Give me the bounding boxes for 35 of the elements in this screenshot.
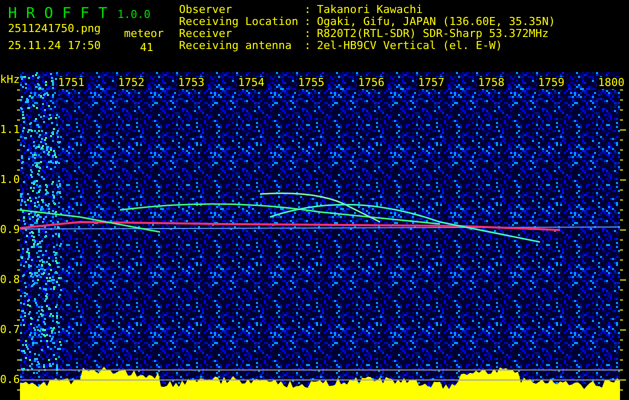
file-datetime: 25.11.24 17:50 — [8, 38, 101, 54]
frequency-tick-label: 0.8 — [0, 274, 20, 286]
frequency-tick-label: 0.7 — [0, 324, 20, 336]
station-value: 2el-HB9CV Vertical (el. E-W) — [316, 40, 504, 52]
time-tick-label: 1754 — [237, 77, 266, 89]
time-tick-label: 1753 — [177, 77, 206, 89]
time-tick-label: 1752 — [117, 77, 146, 89]
time-tick-label: 1755 — [297, 77, 326, 89]
time-tick-label: 1758 — [477, 77, 506, 89]
frequency-tick-label: 1.0 — [0, 174, 20, 186]
time-tick-label: 1751 — [57, 77, 86, 89]
frequency-tick-label: 1.1 — [0, 124, 20, 136]
counter-label: meteor — [124, 26, 164, 42]
app-version: 1.0.0 — [117, 7, 150, 23]
time-tick-label: 1757 — [417, 77, 446, 89]
app-title: H R O F F T — [8, 3, 108, 24]
separator: : — [304, 16, 311, 28]
station-label: Receiving Location — [179, 16, 298, 28]
axis-unit: kHz — [0, 74, 20, 86]
station-value: R820T2(RTL-SDR) SDR-Sharp 53.372MHz — [316, 28, 550, 40]
station-label: Receiver — [179, 28, 232, 40]
station-value: Ogaki, Gifu, JAPAN (136.60E, 35.35N) — [316, 16, 556, 28]
frequency-tick-label: 0.9 — [0, 224, 20, 236]
frequency-tick-label: 0.6 — [0, 374, 20, 386]
separator: : — [304, 4, 311, 16]
file-name: 2511241750.png — [8, 21, 101, 37]
station-value: Takanori Kawachi — [316, 4, 424, 16]
meteor-count: 41 — [140, 40, 154, 56]
time-tick-label: 1756 — [357, 77, 386, 89]
time-tick-label: 1800 — [597, 77, 626, 89]
station-label: Receiving antenna — [179, 40, 293, 52]
separator: : — [304, 40, 311, 52]
station-label: Observer — [179, 4, 233, 16]
time-tick-label: 1759 — [537, 77, 566, 89]
separator: : — [304, 28, 311, 40]
